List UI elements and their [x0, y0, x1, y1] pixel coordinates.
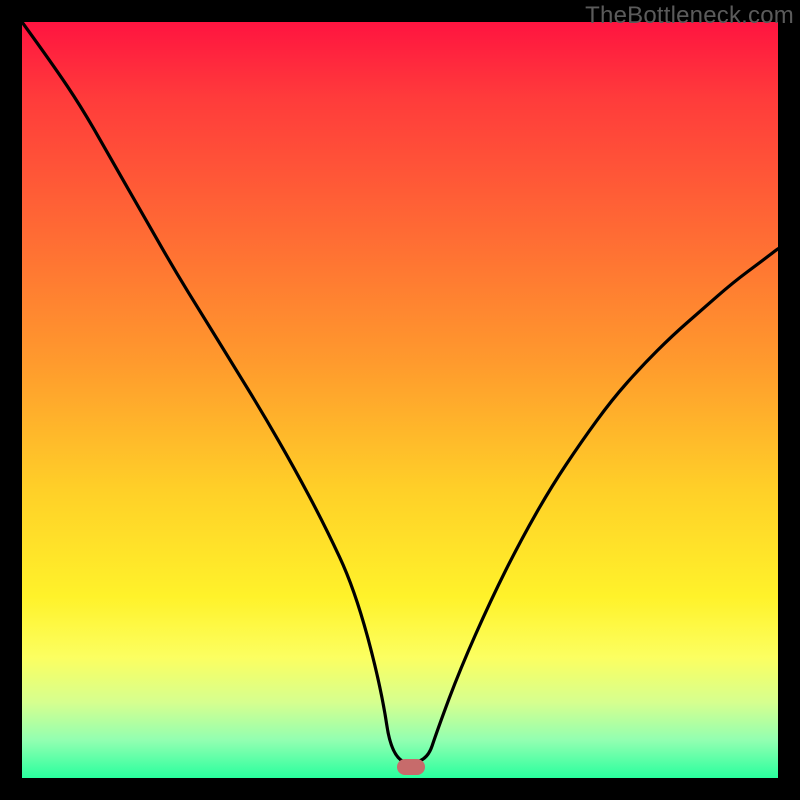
watermark-text: TheBottleneck.com [585, 2, 794, 30]
bottleneck-curve [22, 22, 778, 778]
plot-area [22, 22, 778, 778]
optimal-point-marker [397, 759, 425, 775]
chart-frame: TheBottleneck.com [0, 0, 800, 800]
